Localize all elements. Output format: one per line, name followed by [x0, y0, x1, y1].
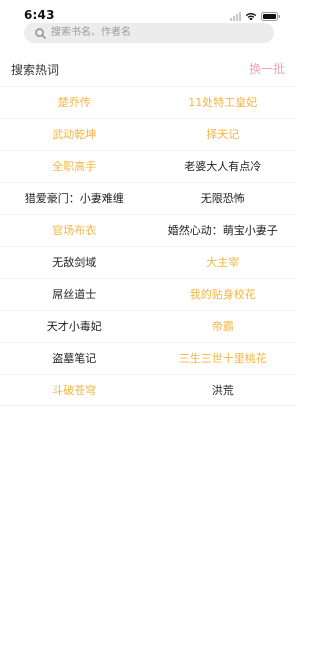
hot-words-grid: 楚乔传 11处特工皇妃 武动乾坤 择天记 全职高手 老婆大人有点冷 猎爱豪门：小妻难缠 无限恐… [0, 86, 297, 406]
wifi-icon [245, 12, 257, 21]
hot-word-item[interactable]: 官场布衣 [0, 215, 149, 246]
hot-words-row: 全职高手 老婆大人有点冷 [0, 150, 297, 182]
hot-word-item[interactable]: 老婆大人有点冷 [149, 151, 298, 182]
status-time: 6:43 [24, 8, 55, 22]
hot-words-row: 猎爱豪门：小妻难缠 无限恐怖 [0, 182, 297, 214]
hot-word-item[interactable]: 婚然心动：萌宝小妻子 [149, 215, 298, 246]
hot-words-row: 无敌剑域 大主宰 [0, 246, 297, 278]
search-input[interactable]: 搜索书名、作者名 [51, 27, 131, 39]
refresh-button[interactable]: 换一批 [249, 62, 285, 76]
hot-words-row: 官场布衣 婚然心动：萌宝小妻子 [0, 214, 297, 246]
hot-words-row: 斗破苍穹 洪荒 [0, 374, 297, 406]
hot-word-item[interactable]: 我的贴身校花 [149, 279, 298, 310]
hot-words-row: 武动乾坤 择天记 [0, 118, 297, 150]
hot-word-item[interactable]: 洪荒 [149, 375, 298, 405]
hot-words-header: 搜索热词 换一批 [0, 54, 297, 86]
signal-icon [230, 12, 241, 21]
hot-word-item[interactable]: 天才小毒妃 [0, 311, 149, 342]
hot-word-item[interactable]: 全职高手 [0, 151, 149, 182]
hot-word-item[interactable]: 择天记 [149, 119, 298, 150]
section-title: 搜索热词 [11, 63, 60, 77]
search-bar[interactable]: 搜索书名、作者名 [24, 23, 274, 43]
hot-word-item[interactable]: 无限恐怖 [149, 183, 298, 214]
hot-word-item[interactable]: 楚乔传 [0, 87, 149, 118]
hot-word-item[interactable]: 武动乾坤 [0, 119, 149, 150]
hot-words-row: 屌丝道士 我的贴身校花 [0, 278, 297, 310]
status-bar: 6:43 [0, 0, 297, 22]
hot-word-item[interactable]: 帝霸 [149, 311, 298, 342]
hot-word-item[interactable]: 斗破苍穹 [0, 375, 149, 405]
search-icon [34, 27, 46, 39]
status-icons [230, 11, 281, 21]
hot-word-item[interactable]: 无敌剑域 [0, 247, 149, 278]
hot-word-item[interactable]: 盗墓笔记 [0, 343, 149, 374]
hot-word-item[interactable]: 猎爱豪门：小妻难缠 [0, 183, 149, 214]
hot-word-item[interactable]: 11处特工皇妃 [149, 87, 298, 118]
hot-words-row: 楚乔传 11处特工皇妃 [0, 86, 297, 118]
battery-icon [261, 12, 281, 21]
hot-word-item[interactable]: 三生三世十里桃花 [149, 343, 298, 374]
hot-word-item[interactable]: 屌丝道士 [0, 279, 149, 310]
hot-word-item[interactable]: 大主宰 [149, 247, 298, 278]
hot-words-row: 天才小毒妃 帝霸 [0, 310, 297, 342]
hot-words-row: 盗墓笔记 三生三世十里桃花 [0, 342, 297, 374]
